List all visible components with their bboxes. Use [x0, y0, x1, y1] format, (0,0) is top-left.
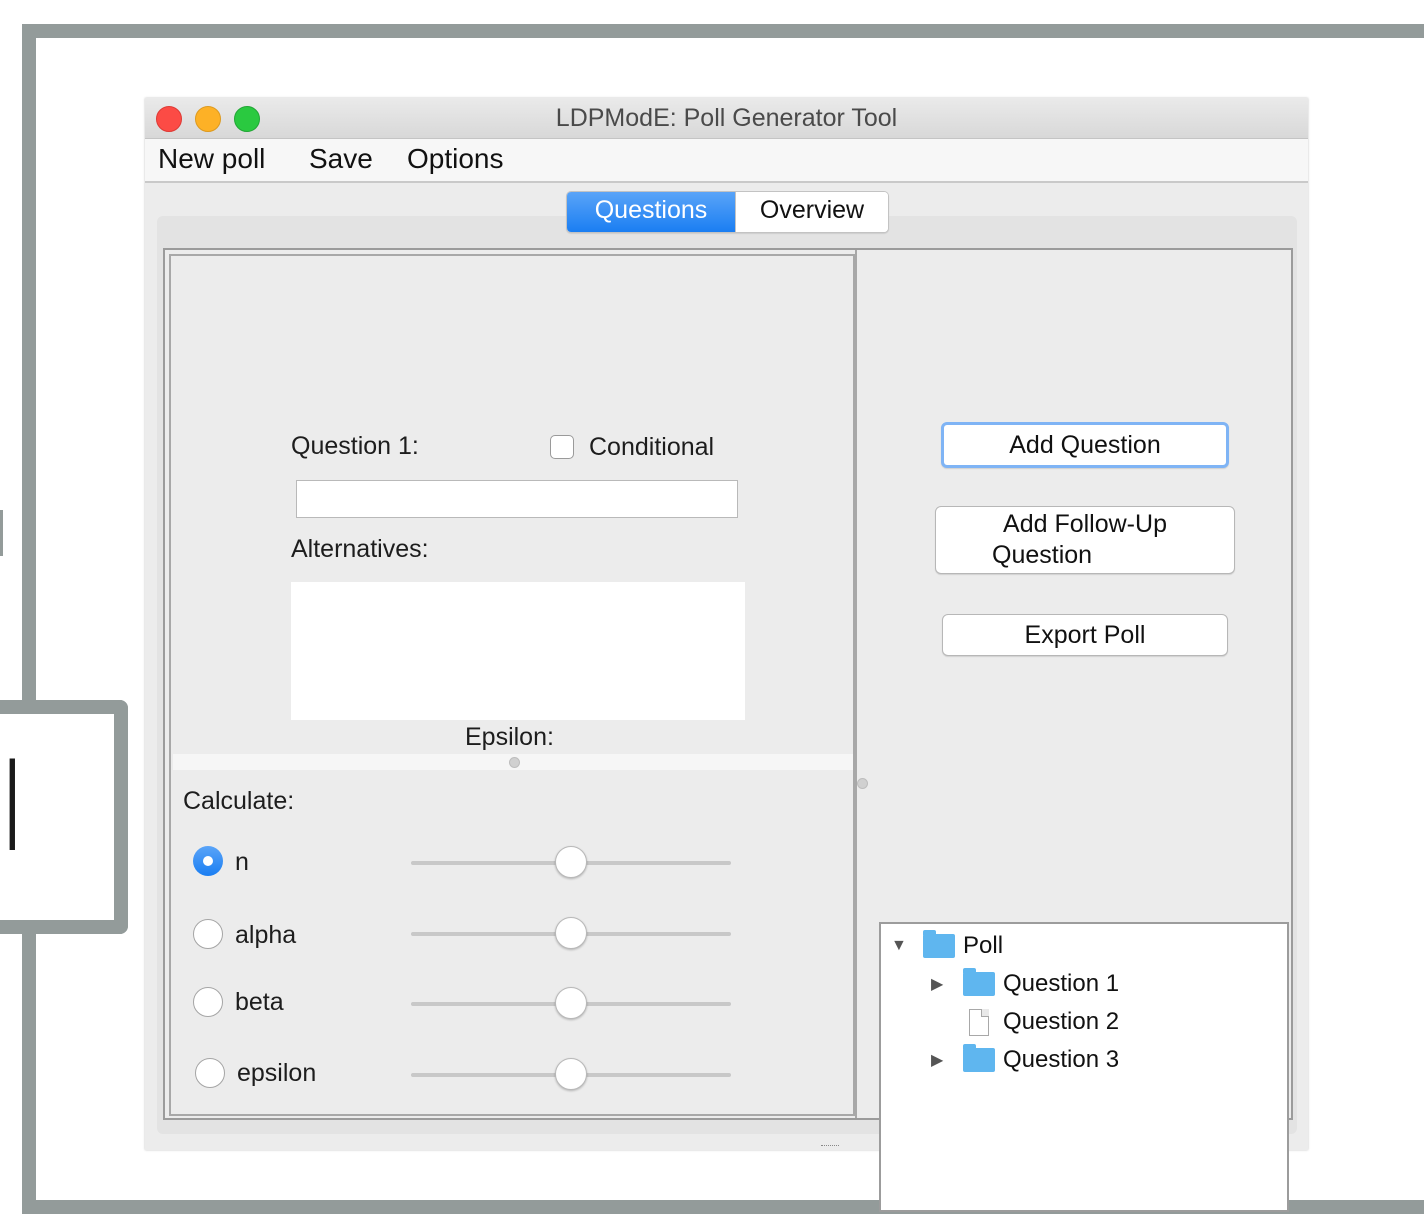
add-question-button[interactable]: Add Question: [941, 422, 1229, 468]
slider-epsilon-thumb[interactable]: [555, 1058, 587, 1090]
question-label: Question 1:: [291, 432, 419, 460]
folder-icon: [963, 968, 995, 996]
radio-n[interactable]: [193, 846, 223, 876]
callout-box: l: [0, 700, 128, 934]
slider-alpha-thumb[interactable]: [555, 917, 587, 949]
vertical-divider-grip-icon[interactable]: [857, 778, 868, 789]
calculate-label: Calculate:: [183, 787, 295, 815]
alternatives-text-area[interactable]: [291, 582, 745, 720]
menu-options[interactable]: Options: [407, 143, 504, 175]
radio-alpha[interactable]: [193, 919, 223, 949]
menu-new-poll[interactable]: New poll: [158, 143, 265, 175]
window-title: LDPModE: Poll Generator Tool: [555, 104, 898, 132]
divider-grip-icon[interactable]: [509, 757, 520, 768]
tree-node-question-1[interactable]: ▶ Question 1: [931, 968, 1119, 1000]
tree-node-question-2[interactable]: Question 2: [963, 1006, 1119, 1038]
expanded-triangle-icon[interactable]: ▼: [891, 937, 911, 955]
callout-glyph: l: [0, 740, 30, 879]
question-editor-panel: Question 1: Conditional Alternatives: Ep…: [169, 254, 855, 1116]
slider-epsilon[interactable]: [411, 1058, 731, 1090]
conditional-checkbox[interactable]: [550, 435, 574, 459]
slider-alpha[interactable]: [411, 917, 731, 949]
radio-beta[interactable]: [193, 987, 223, 1017]
tab-questions[interactable]: Questions: [567, 192, 735, 232]
slider-n[interactable]: [411, 846, 731, 878]
alternatives-label: Alternatives:: [291, 535, 429, 563]
split-pane: Question 1: Conditional Alternatives: Ep…: [163, 248, 1293, 1212]
poll-tree[interactable]: ▼ Poll ▶ Question 1 Question 2 ▶ Questio…: [879, 922, 1289, 1212]
frame-edge-mark: [0, 510, 3, 556]
radio-n-label: n: [235, 848, 249, 876]
folder-icon: [963, 1044, 995, 1072]
tree-node-question-3[interactable]: ▶ Question 3: [931, 1044, 1119, 1076]
collapsed-triangle-icon[interactable]: ▶: [931, 974, 951, 994]
slider-beta[interactable]: [411, 987, 731, 1019]
export-poll-label: Export Poll: [1024, 621, 1146, 649]
window-resize-grip-icon[interactable]: [821, 1145, 839, 1149]
conditional-label: Conditional: [589, 433, 715, 461]
radio-alpha-label: alpha: [235, 921, 297, 949]
radio-epsilon-label: epsilon: [237, 1059, 317, 1087]
add-follow-up-label-line1: Add Follow-Up: [1003, 510, 1167, 538]
tree-node-question-3-label: Question 3: [1003, 1046, 1120, 1073]
folder-icon: [923, 930, 955, 958]
tree-node-poll[interactable]: ▼ Poll: [891, 930, 1003, 962]
radio-beta-label: beta: [235, 988, 284, 1016]
tree-node-question-1-label: Question 1: [1003, 970, 1120, 997]
radio-epsilon[interactable]: [195, 1058, 225, 1088]
tab-strip: Questions Overview: [566, 191, 889, 233]
slider-beta-thumb[interactable]: [555, 987, 587, 1019]
actions-panel: Add Question Add Follow-Up Question Expo…: [855, 250, 1291, 1212]
document-icon: [969, 1008, 989, 1036]
add-question-label: Add Question: [1009, 431, 1161, 459]
question-text-field[interactable]: [296, 480, 738, 518]
tree-node-question-2-label: Question 2: [1003, 1008, 1120, 1035]
app-window: LDPModE: Poll Generator Tool New poll Sa…: [145, 98, 1308, 1212]
add-follow-up-question-button[interactable]: Add Follow-Up Question: [935, 506, 1235, 574]
collapsed-triangle-icon[interactable]: ▶: [931, 1050, 951, 1070]
add-follow-up-label-line2: Question: [992, 541, 1093, 569]
title-bar[interactable]: LDPModE: Poll Generator Tool: [145, 98, 1308, 139]
menu-bar: New poll Save Options: [145, 139, 1308, 183]
tab-overview[interactable]: Overview: [735, 192, 888, 232]
epsilon-label: Epsilon:: [465, 723, 554, 751]
tree-node-poll-label: Poll: [963, 932, 1004, 959]
slider-n-thumb[interactable]: [555, 846, 587, 878]
export-poll-button[interactable]: Export Poll: [942, 614, 1228, 656]
menu-save[interactable]: Save: [309, 143, 373, 175]
